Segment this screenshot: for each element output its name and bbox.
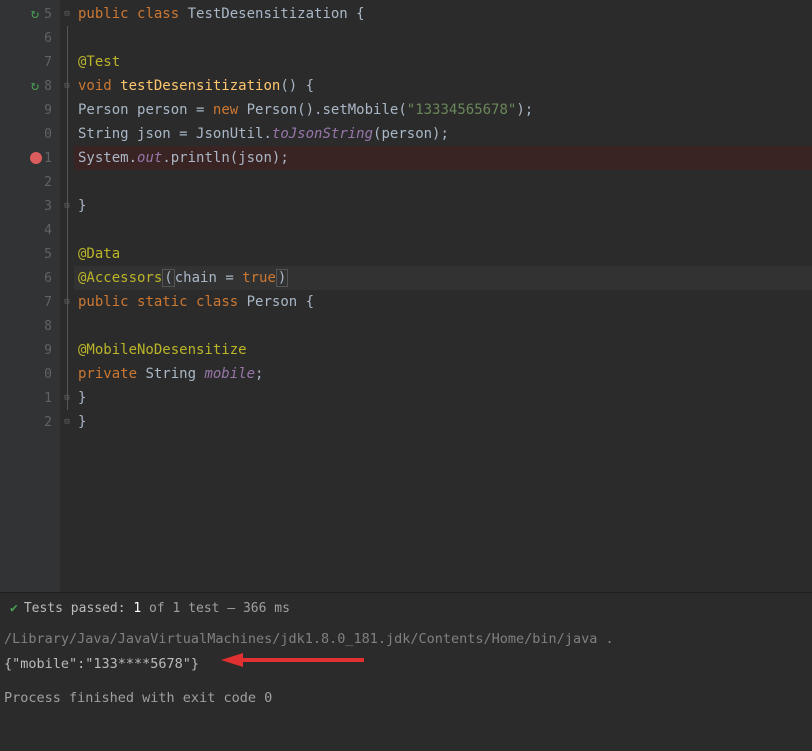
code-editor[interactable]: 5↻ 6 7 8↻ 9 0 1 2 3 4 5 6 7 8 9 0 1 2 ⊟ … — [0, 0, 812, 592]
line-number: 7 — [44, 55, 52, 70]
line-number: 8 — [44, 319, 52, 334]
line-number: 9 — [44, 103, 52, 118]
tests-total-text: of 1 test – 366 ms — [141, 601, 290, 616]
line-number: 3 — [44, 199, 52, 214]
code-line[interactable] — [74, 26, 812, 50]
code-line[interactable]: String json = JsonUtil.toJsonString(pers… — [74, 122, 812, 146]
fold-toggle-icon[interactable]: ⊟ — [64, 297, 69, 307]
console-json-output: {"mobile":"133****5678"} — [4, 653, 199, 675]
fold-toggle-icon[interactable]: ⊟ — [64, 9, 69, 19]
line-number: 5 — [44, 247, 52, 262]
test-status-bar: ✔ Tests passed: 1 of 1 test – 366 ms — [0, 593, 812, 624]
console-exit-line: Process finished with exit code 0 — [4, 687, 802, 709]
run-console-panel: ✔ Tests passed: 1 of 1 test – 366 ms /Li… — [0, 592, 812, 719]
breakpoint-icon[interactable] — [30, 152, 42, 164]
run-gutter-icon[interactable]: ↻ — [28, 7, 42, 21]
fold-end-icon[interactable]: ⊟ — [64, 417, 69, 427]
code-line[interactable] — [74, 314, 812, 338]
fold-end-icon[interactable]: ⊟ — [64, 201, 69, 211]
line-number: 9 — [44, 343, 52, 358]
line-number: 1 — [44, 391, 52, 406]
line-number: 2 — [44, 175, 52, 190]
code-line[interactable]: public class TestDesensitization { — [74, 2, 812, 26]
line-number: 8 — [44, 79, 52, 94]
code-line[interactable]: } — [74, 194, 812, 218]
code-lines[interactable]: public class TestDesensitization { @Test… — [74, 0, 812, 592]
check-icon: ✔ — [10, 601, 18, 616]
line-number: 5 — [44, 7, 52, 22]
code-line[interactable]: Person person = new Person().setMobile("… — [74, 98, 812, 122]
gutter: 5↻ 6 7 8↻ 9 0 1 2 3 4 5 6 7 8 9 0 1 2 — [0, 0, 60, 592]
tests-passed-label: Tests passed: — [24, 601, 126, 616]
line-number: 7 — [44, 295, 52, 310]
arrow-annotation-icon — [219, 650, 369, 677]
console-output[interactable]: /Library/Java/JavaVirtualMachines/jdk1.8… — [0, 624, 812, 719]
code-line-breakpoint[interactable]: System.out.println(json); — [74, 146, 812, 170]
fold-end-icon[interactable]: ⊟ — [64, 393, 69, 403]
code-line[interactable]: public static class Person { — [74, 290, 812, 314]
line-number: 6 — [44, 31, 52, 46]
line-number: 0 — [44, 127, 52, 142]
line-number: 1 — [44, 151, 52, 166]
fold-column: ⊟ ⊟ ⊟ ⊟ ⊟ ⊟ — [60, 0, 74, 592]
code-line-caret[interactable]: @Accessors(chain = true) — [74, 266, 812, 290]
run-gutter-icon[interactable]: ↻ — [28, 79, 42, 93]
line-number: 6 — [44, 271, 52, 286]
code-line[interactable] — [74, 170, 812, 194]
code-line[interactable]: } — [74, 386, 812, 410]
code-line[interactable]: void testDesensitization() { — [74, 74, 812, 98]
code-line[interactable]: } — [74, 410, 812, 434]
line-number: 2 — [44, 415, 52, 430]
code-line[interactable]: private String mobile; — [74, 362, 812, 386]
line-number: 0 — [44, 367, 52, 382]
code-line[interactable]: @Data — [74, 242, 812, 266]
line-number: 4 — [44, 223, 52, 238]
code-line[interactable] — [74, 218, 812, 242]
code-line[interactable]: @MobileNoDesensitize — [74, 338, 812, 362]
console-command-line: /Library/Java/JavaVirtualMachines/jdk1.8… — [4, 628, 802, 650]
code-line[interactable]: @Test — [74, 50, 812, 74]
fold-toggle-icon[interactable]: ⊟ — [64, 81, 69, 91]
